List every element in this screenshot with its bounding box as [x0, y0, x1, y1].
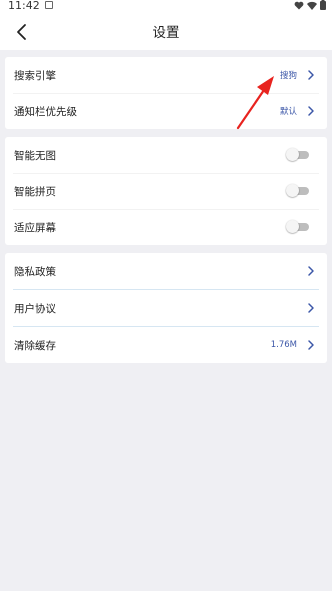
user-agreement-row[interactable]: 用户协议 [5, 290, 327, 326]
search-engine-row[interactable]: 搜索引擎 搜狗 [5, 57, 327, 93]
notification-icon [45, 1, 53, 9]
privacy-policy-label: 隐私政策 [14, 265, 56, 278]
smart-page-merge-label: 智能拼页 [14, 185, 56, 198]
chevron-right-icon [308, 340, 314, 350]
settings-group-about: 隐私政策 用户协议 清除缓存 1.76M [5, 253, 327, 363]
status-time: 11:42 [8, 0, 40, 12]
smart-no-image-toggle[interactable] [286, 148, 310, 161]
clear-cache-label: 清除缓存 [14, 339, 56, 352]
search-engine-label: 搜索引擎 [14, 69, 56, 82]
chevron-right-icon [308, 106, 314, 116]
page-title: 设置 [152, 25, 180, 41]
notification-priority-label: 通知栏优先级 [14, 105, 77, 118]
smart-no-image-label: 智能无图 [14, 149, 56, 162]
smart-no-image-row: 智能无图 [5, 137, 327, 173]
notification-priority-row[interactable]: 通知栏优先级 默认 [5, 93, 327, 129]
settings-group-display: 智能无图 智能拼页 适应屏幕 [5, 137, 327, 245]
cache-size-value: 1.76M [270, 340, 297, 350]
fit-screen-toggle[interactable] [286, 220, 310, 233]
fit-screen-label: 适应屏幕 [14, 221, 56, 234]
user-agreement-label: 用户协议 [14, 302, 56, 315]
toggle-thumb [286, 148, 299, 161]
heart-icon [294, 1, 304, 10]
search-engine-value: 搜狗 [279, 71, 297, 81]
chevron-right-icon [308, 303, 314, 313]
status-bar: 11:42 [0, 0, 332, 12]
settings-group-general: 搜索引擎 搜狗 通知栏优先级 默认 [5, 57, 327, 129]
clear-cache-row[interactable]: 清除缓存 1.76M [5, 327, 327, 363]
notification-priority-value: 默认 [279, 107, 297, 117]
battery-icon [320, 0, 326, 10]
chevron-right-icon [308, 70, 314, 80]
chevron-right-icon [308, 266, 314, 276]
smart-page-merge-row: 智能拼页 [5, 173, 327, 209]
app-header: 设置 [0, 12, 332, 50]
toggle-thumb [286, 184, 299, 197]
status-icons [294, 0, 326, 10]
smart-page-merge-toggle[interactable] [286, 184, 310, 197]
toggle-thumb [286, 220, 299, 233]
wifi-icon [307, 1, 317, 10]
privacy-policy-row[interactable]: 隐私政策 [5, 253, 327, 289]
fit-screen-row: 适应屏幕 [5, 209, 327, 245]
